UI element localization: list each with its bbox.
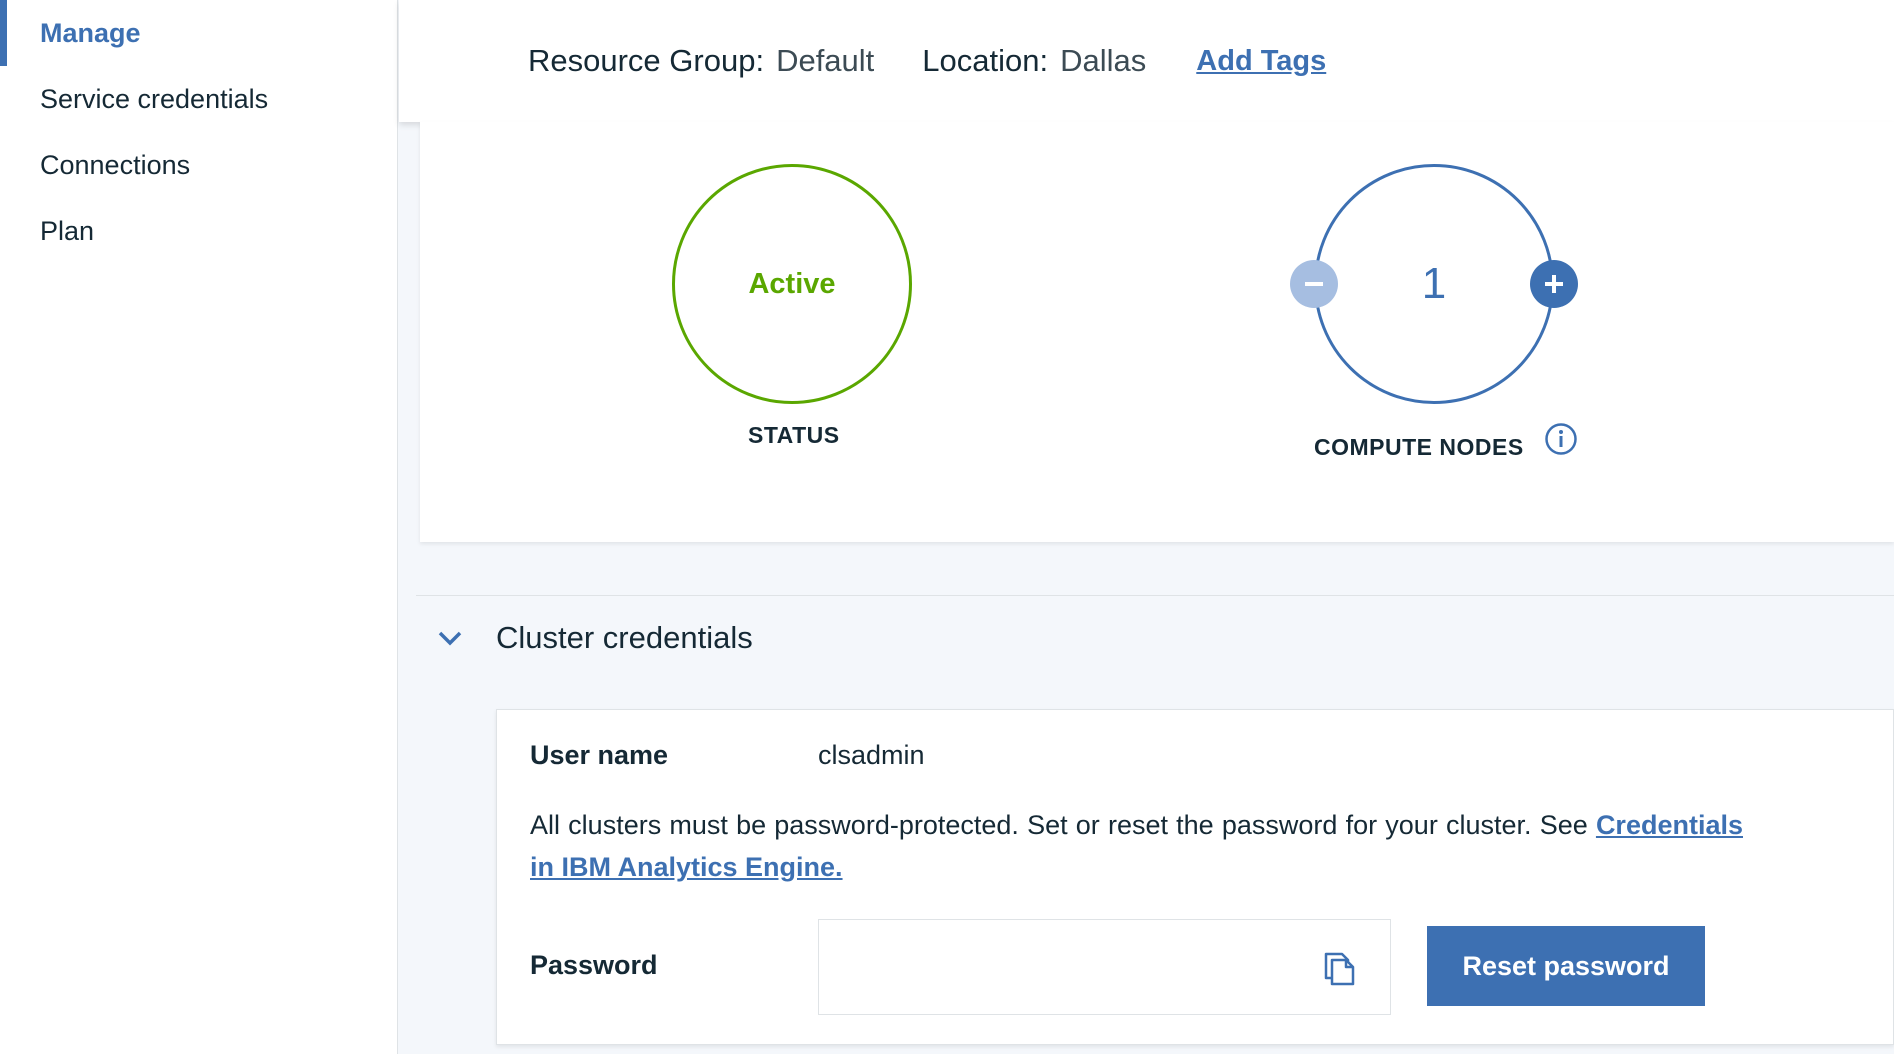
add-tags-link[interactable]: Add Tags [1196,45,1326,78]
resource-group-label: Resource Group: [528,43,765,78]
minus-icon [1305,282,1323,286]
username-label: User name [530,740,669,770]
password-label: Password [530,950,658,980]
sidebar-item-label: Plan [40,215,95,246]
location-label: Location: [922,43,1049,78]
info-icon[interactable] [1544,422,1578,456]
username-value: clsadmin [818,740,925,770]
sidebar-item-connections[interactable]: Connections [0,132,398,198]
location: Location: Dallas [922,43,1146,79]
plus-icon [1545,275,1563,293]
cluster-credentials-accordion[interactable]: Cluster credentials [416,595,1894,679]
password-field[interactable] [818,919,1391,1015]
copy-icon[interactable] [1320,948,1360,988]
sidebar-item-label: Manage [40,17,141,48]
password-description: All clusters must be password-protected.… [530,804,1743,888]
status-circle: Active [672,164,912,404]
sidebar-item-service-credentials[interactable]: Service credentials [0,66,398,132]
compute-nodes-circle: 1 [1314,164,1554,404]
resource-group-value: Default [776,43,875,78]
app-root: Manage Service credentials Connections P… [0,0,1894,1054]
increment-nodes-button[interactable] [1530,260,1578,308]
sidebar-item-label: Service credentials [40,83,269,114]
accordion-title: Cluster credentials [496,619,753,655]
reset-password-button[interactable]: Reset password [1427,926,1705,1006]
description-text: All clusters must be password-protected.… [530,810,1588,840]
status-card: Active STATUS 1 COMPUTE NODES [420,122,1894,542]
status-value: Active [748,267,836,300]
resource-info-bar: Resource Group: Default Location: Dallas… [399,0,1894,122]
cluster-credentials-panel: User name clsadmin All clusters must be … [496,709,1894,1045]
chevron-down-icon [438,631,462,646]
sidebar-item-manage[interactable]: Manage [0,0,398,66]
sidebar: Manage Service credentials Connections P… [0,0,398,1054]
sidebar-item-plan[interactable]: Plan [0,198,398,264]
location-value: Dallas [1060,43,1147,78]
compute-nodes-caption: COMPUTE NODES [1314,434,1524,460]
sidebar-item-label: Connections [40,149,191,180]
resource-group: Resource Group: Default [528,43,874,79]
status-caption: STATUS [748,422,840,448]
compute-nodes-value: 1 [1421,259,1447,308]
decrement-nodes-button[interactable] [1290,260,1338,308]
